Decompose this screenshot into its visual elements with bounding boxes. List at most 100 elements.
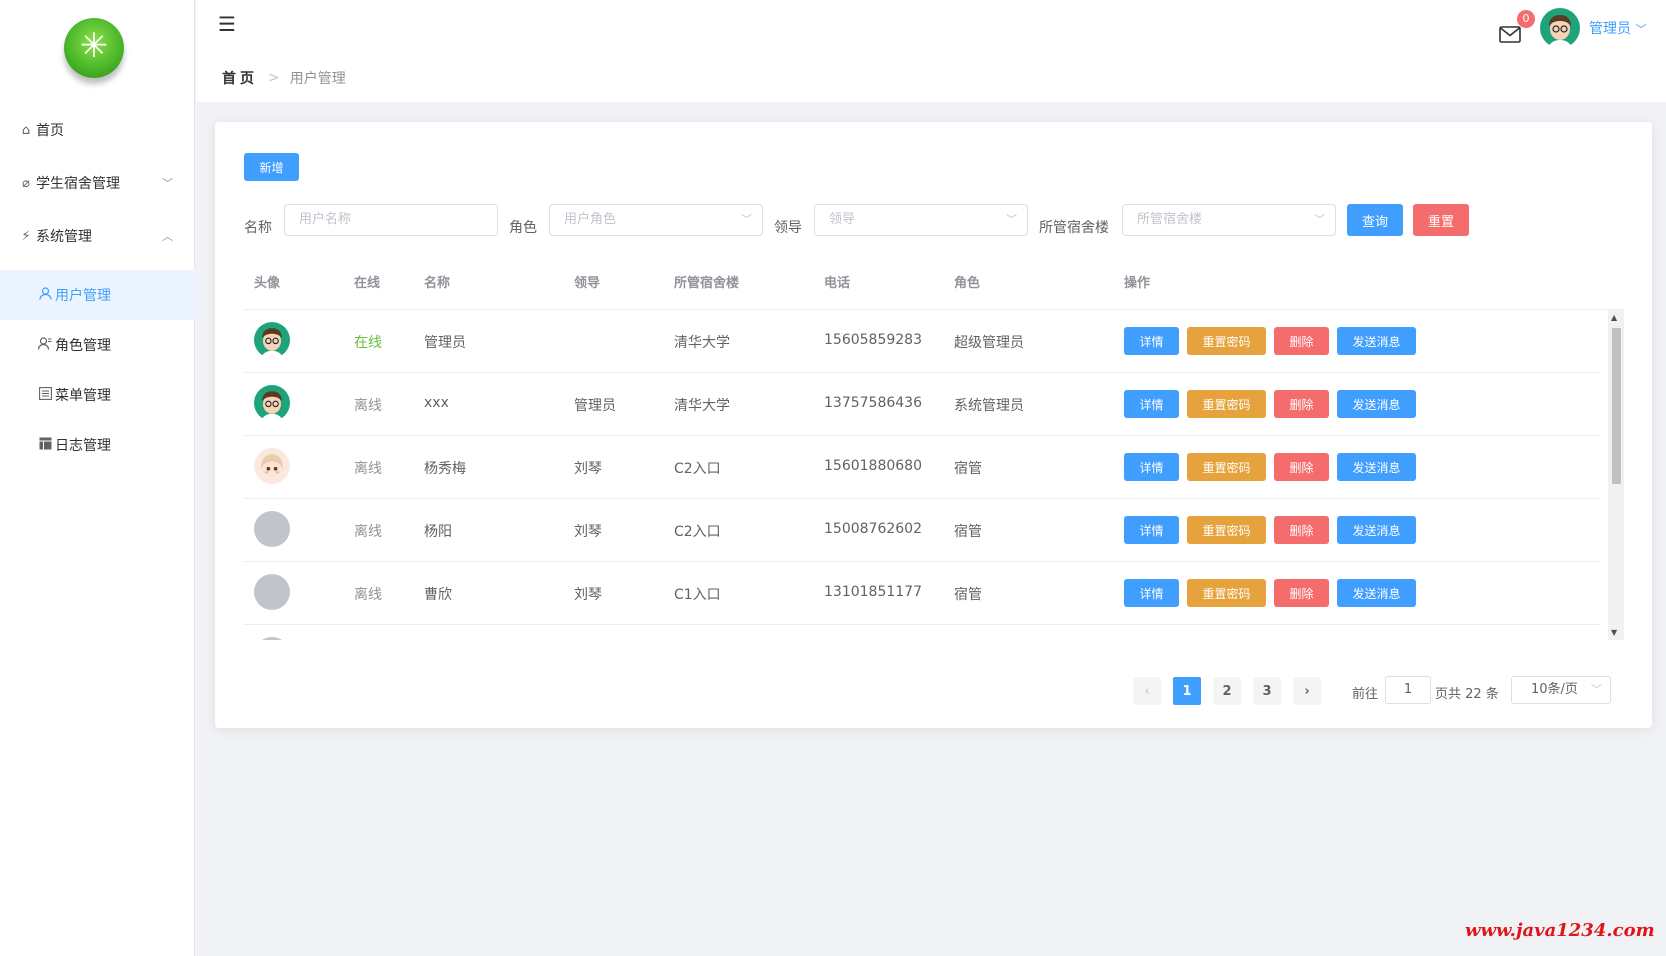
send-message-button[interactable]: 发送消息 xyxy=(1337,327,1416,355)
breadcrumb-home[interactable]: 首页 xyxy=(222,68,258,88)
filter-name-label: 名称 xyxy=(244,220,272,236)
leader-select-placeholder: 领导 xyxy=(829,212,856,227)
sidebar-item-home[interactable]: ⌂ 首页 xyxy=(0,105,195,155)
detail-button[interactable]: 详情 xyxy=(1124,516,1179,544)
building-select-placeholder: 所管宿舍楼 xyxy=(1137,212,1203,227)
user-name-cell: 杨秀梅 xyxy=(424,461,466,477)
phone-cell: 15605859283 xyxy=(824,332,922,348)
table-scrollbar[interactable]: ▲ ▼ xyxy=(1608,310,1624,640)
send-message-button[interactable]: 发送消息 xyxy=(1337,516,1416,544)
sidebar-item-system-management[interactable]: ⚡ 系统管理 ︿ xyxy=(0,211,195,261)
role-cell: 宿管 xyxy=(954,461,982,477)
avatar xyxy=(254,637,290,640)
role-select[interactable]: 用户角色 ﹀ xyxy=(549,204,763,236)
paperclip-icon: ⌀ xyxy=(22,175,30,191)
table-body: 在线 管理员 清华大学 15605859283 超级管理员 详情 重置密码 删除… xyxy=(244,310,1624,640)
online-status: 在线 xyxy=(354,335,382,351)
avatar xyxy=(254,448,290,484)
delete-button[interactable]: 删除 xyxy=(1274,390,1329,418)
sidebar-item-menus[interactable]: 菜单管理 xyxy=(0,370,195,420)
current-user-menu[interactable]: 管理员 ﹀ xyxy=(1589,18,1646,38)
reset-password-button[interactable]: 重置密码 xyxy=(1187,327,1266,355)
building-cell: C2入口 xyxy=(674,524,721,540)
avatar xyxy=(254,385,290,421)
role-cell: 宿管 xyxy=(954,524,982,540)
table-row: 离线 杨阳 刘琴 C2入口 15008762602 宿管 详情 重置密码 删除 … xyxy=(244,499,1600,562)
name-input[interactable]: 用户名称 xyxy=(284,204,498,236)
scroll-down-icon[interactable]: ▼ xyxy=(1611,628,1617,637)
page-button-1[interactable]: 1 xyxy=(1173,677,1201,705)
user-name-cell: 曹欣 xyxy=(424,587,452,603)
delete-button[interactable]: 删除 xyxy=(1274,516,1329,544)
detail-button[interactable]: 详情 xyxy=(1124,579,1179,607)
building-cell: C1入口 xyxy=(674,587,721,603)
sidebar-item-label: 首页 xyxy=(36,123,64,139)
prev-page-button[interactable]: ‹ xyxy=(1133,677,1161,705)
column-header-leader: 领导 xyxy=(574,276,601,291)
detail-button[interactable]: 详情 xyxy=(1124,327,1179,355)
delete-button[interactable]: 删除 xyxy=(1274,453,1329,481)
log-table-icon xyxy=(37,437,53,454)
scrollbar-thumb[interactable] xyxy=(1612,328,1621,484)
detail-button[interactable]: 详情 xyxy=(1124,390,1179,418)
reset-button[interactable]: 重置 xyxy=(1413,204,1469,236)
table-header: 头像 在线 名称 领导 所管宿舍楼 电话 角色 操作 xyxy=(244,252,1624,310)
phone-cell: 15008762602 xyxy=(824,521,922,537)
role-icon xyxy=(37,336,53,354)
delete-button[interactable]: 删除 xyxy=(1274,327,1329,355)
column-header-phone: 电话 xyxy=(824,276,851,291)
chevron-up-icon: ︿ xyxy=(162,230,173,243)
send-message-button[interactable]: 发送消息 xyxy=(1337,579,1416,607)
chevron-down-icon: ﹀ xyxy=(1314,213,1325,226)
role-cell: 超级管理员 xyxy=(954,335,1024,351)
page-button-2[interactable]: 2 xyxy=(1213,677,1241,705)
breadcrumb-separator-icon: > xyxy=(268,70,280,86)
sidebar-item-dorm-management[interactable]: ⌀ 学生宿舍管理 ﹀ xyxy=(0,158,195,208)
send-message-button[interactable]: 发送消息 xyxy=(1337,390,1416,418)
name-input-placeholder: 用户名称 xyxy=(299,212,352,227)
send-message-button[interactable]: 发送消息 xyxy=(1337,453,1416,481)
scroll-up-icon[interactable]: ▲ xyxy=(1611,313,1617,322)
sidebar-item-logs[interactable]: 日志管理 xyxy=(0,420,195,470)
filter-leader-label: 领导 xyxy=(774,220,802,236)
collapse-menu-icon[interactable]: ☰ xyxy=(218,14,238,34)
sidebar-item-label: 角色管理 xyxy=(55,338,111,354)
table-row: 离线 杨秀梅 刘琴 C2入口 15601880680 宿管 详情 重置密码 删除… xyxy=(244,436,1600,499)
page-size-select[interactable]: 10条/页 ﹀ xyxy=(1511,676,1611,704)
table-row: 在线 管理员 清华大学 15605859283 超级管理员 详情 重置密码 删除… xyxy=(244,310,1600,373)
column-header-role: 角色 xyxy=(954,276,981,291)
app-logo: ✳ xyxy=(64,18,124,78)
page-button-3[interactable]: 3 xyxy=(1253,677,1281,705)
next-page-button[interactable]: › xyxy=(1293,677,1321,705)
column-header-online: 在线 xyxy=(354,276,381,291)
leader-select[interactable]: 领导 ﹀ xyxy=(814,204,1028,236)
add-button[interactable]: 新增 xyxy=(244,153,299,181)
online-status: 离线 xyxy=(354,461,382,477)
query-button[interactable]: 查询 xyxy=(1347,204,1403,236)
detail-button[interactable]: 详情 xyxy=(1124,453,1179,481)
breadcrumb: 首页 > 用户管理 xyxy=(222,68,346,88)
delete-button[interactable]: 删除 xyxy=(1274,579,1329,607)
reset-password-button[interactable]: 重置密码 xyxy=(1187,390,1266,418)
avatar xyxy=(254,322,290,358)
building-cell: C2入口 xyxy=(674,461,721,477)
avatar[interactable] xyxy=(1540,8,1580,48)
reset-password-button[interactable]: 重置密码 xyxy=(1187,516,1266,544)
goto-page-input[interactable]: 1 xyxy=(1385,676,1431,704)
role-cell: 宿管 xyxy=(954,587,982,603)
building-cell: 清华大学 xyxy=(674,398,730,414)
building-cell: 清华大学 xyxy=(674,335,730,351)
chevron-down-icon: ﹀ xyxy=(1006,213,1017,226)
reset-password-button[interactable]: 重置密码 xyxy=(1187,579,1266,607)
sidebar-item-label: 系统管理 xyxy=(36,229,92,245)
goto-label: 前往 xyxy=(1352,687,1379,702)
reset-password-button[interactable]: 重置密码 xyxy=(1187,453,1266,481)
online-status: 离线 xyxy=(354,587,382,603)
sidebar-item-roles[interactable]: 角色管理 xyxy=(0,320,195,370)
home-icon: ⌂ xyxy=(21,122,31,138)
sidebar-item-users[interactable]: 用户管理 xyxy=(0,270,195,320)
mail-icon[interactable] xyxy=(1499,24,1521,48)
lightning-icon: ⚡ xyxy=(21,228,31,244)
building-select[interactable]: 所管宿舍楼 ﹀ xyxy=(1122,204,1336,236)
phone-cell: 13757586436 xyxy=(824,395,922,411)
